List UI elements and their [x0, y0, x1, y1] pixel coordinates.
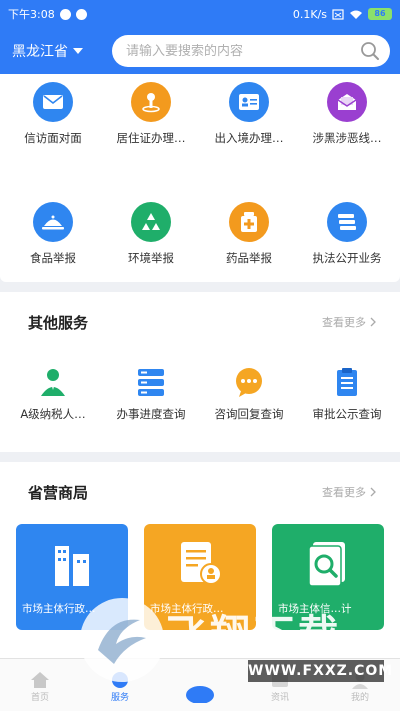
provincial-tile[interactable]: 市场主体信…计	[272, 524, 384, 630]
section-title: 其他服务	[28, 313, 89, 332]
service-label: 涉黑涉恶线…	[312, 131, 382, 145]
service-item[interactable]: 环境举报	[105, 202, 197, 266]
tab-service[interactable]: 服务	[80, 659, 160, 711]
service-label: 执法公开业务	[312, 251, 382, 265]
chevron-right-icon	[370, 487, 376, 497]
other-service-item[interactable]: 办事进度查询	[105, 366, 197, 422]
stack-icon	[327, 202, 367, 242]
status-bar: 下午3:08 0.1K/s 86	[0, 0, 400, 28]
service-label: 药品举报	[226, 251, 272, 265]
tab-news[interactable]: 资讯	[240, 659, 320, 711]
service-item[interactable]: 药品举报	[203, 202, 295, 266]
document-person-icon	[181, 542, 222, 585]
service-label: 办事进度查询	[116, 407, 186, 421]
service-label: 信访面对面	[24, 131, 82, 145]
home-icon	[31, 672, 49, 688]
sim-icon	[332, 8, 344, 20]
service-item[interactable]: 执法公开业务	[301, 202, 393, 266]
wifi-icon	[350, 10, 362, 19]
service-label: A级纳税人…	[20, 407, 86, 421]
chat-bubble-icon	[236, 368, 262, 397]
service-item[interactable]: 居住证办理…	[105, 82, 197, 146]
service-item[interactable]: 食品举报	[7, 202, 99, 266]
other-services-card: 其他服务 查看更多 A级纳税人… 办事进度查询 咨询回复查询 审批公示查询	[0, 292, 400, 452]
network-speed: 0.1K/s	[292, 7, 327, 21]
provincial-header: 省营商局 查看更多	[0, 462, 400, 522]
tab-label: 服务	[110, 693, 129, 703]
search-icon[interactable]	[360, 41, 380, 61]
battery-icon: 86	[368, 8, 392, 20]
section-title: 省营商局	[28, 483, 89, 502]
service-item[interactable]: 涉黑涉恶线…	[301, 82, 393, 146]
province-selector[interactable]: 黑龙江省	[12, 41, 112, 61]
profile-icon	[352, 672, 368, 689]
provincial-tiles: 市场主体行政… 市场主体行政… 市场主体信…计	[0, 522, 400, 630]
search-input[interactable]	[126, 43, 360, 59]
view-more-label: 查看更多	[322, 316, 366, 329]
provincial-bureau-card: 省营商局 查看更多 市场主体行政… 市场主体行政… 市场主体信…计	[0, 462, 400, 658]
chevron-right-icon	[370, 317, 376, 327]
chevron-down-icon	[73, 48, 83, 54]
tile-label: 市场主体信…计	[278, 603, 352, 615]
service-item[interactable]: 信访面对面	[7, 82, 99, 146]
tab-label: 我的	[350, 693, 369, 703]
tab-center[interactable]	[160, 659, 240, 711]
notification-dot-icon	[75, 8, 87, 20]
service-item[interactable]: 出入境办理…	[203, 82, 295, 146]
service-label: 出入境办理…	[214, 131, 284, 145]
status-time: 下午3:08	[8, 8, 55, 21]
news-icon	[272, 673, 288, 687]
service-label: 居住证办理…	[116, 131, 186, 145]
service-label: 环境举报	[128, 251, 174, 265]
province-label: 黑龙江省	[12, 44, 68, 60]
tab-label: 首页	[30, 693, 49, 703]
provincial-tile[interactable]: 市场主体行政…	[144, 524, 256, 630]
service-label: 咨询回复查询	[214, 407, 284, 421]
other-services-row: A级纳税人… 办事进度查询 咨询回复查询 审批公示查询	[0, 352, 400, 422]
recycle-icon	[131, 202, 171, 242]
view-more-link[interactable]: 查看更多	[322, 484, 376, 500]
clipboard-icon	[337, 368, 357, 396]
other-service-item[interactable]: 审批公示查询	[301, 366, 393, 422]
tab-home[interactable]: 首页	[0, 659, 80, 711]
person-pin-icon	[131, 82, 171, 122]
mail-icon	[33, 82, 73, 122]
view-more-link[interactable]: 查看更多	[322, 314, 376, 330]
service-label: 审批公示查询	[312, 407, 382, 421]
notification-dot-icon	[59, 8, 71, 20]
envelope-open-icon	[327, 82, 367, 122]
other-services-header: 其他服务 查看更多	[0, 292, 400, 352]
taxpayer-icon	[41, 369, 65, 396]
service-label: 食品举报	[30, 251, 76, 265]
provincial-tile[interactable]: 市场主体行政…	[16, 524, 128, 630]
list-progress-icon	[138, 369, 164, 396]
other-service-item[interactable]: A级纳税人…	[7, 366, 99, 422]
service-icon	[112, 672, 128, 688]
view-more-label: 查看更多	[322, 486, 366, 499]
food-tray-icon	[33, 202, 73, 242]
search-box[interactable]	[112, 35, 390, 67]
bottom-tab-bar: 首页 服务 资讯 我的	[0, 658, 400, 711]
services-row-1: 信访面对面 居住证办理… 出入境办理… 涉黑涉恶线…	[0, 74, 400, 146]
tab-label: 资讯	[270, 693, 289, 703]
building-icon	[55, 546, 89, 586]
header-bar: 黑龙江省	[0, 28, 400, 74]
tile-label: 市场主体行政…	[22, 603, 96, 615]
id-card-icon	[229, 82, 269, 122]
center-icon	[186, 686, 214, 703]
main-services-card: 信访面对面 居住证办理… 出入境办理… 涉黑涉恶线… 食品举报 环境举报 药品举…	[0, 74, 400, 282]
medicine-box-icon	[229, 202, 269, 242]
other-service-item[interactable]: 咨询回复查询	[203, 366, 295, 422]
tile-label: 市场主体行政…	[150, 603, 224, 615]
tab-profile[interactable]: 我的	[320, 659, 400, 711]
services-row-2: 食品举报 环境举报 药品举报 执法公开业务	[0, 146, 400, 266]
magnify-document-icon	[308, 542, 345, 587]
